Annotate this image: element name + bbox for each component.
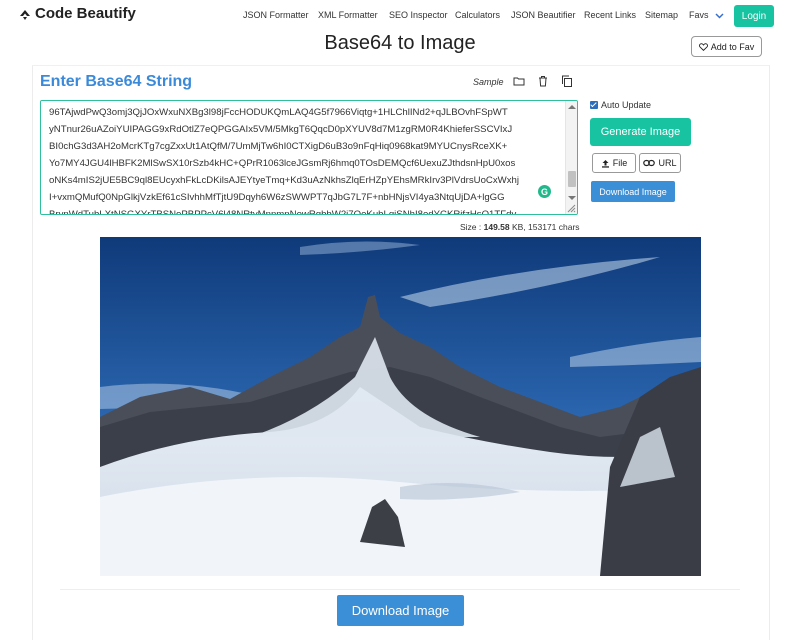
auto-update-toggle[interactable]: Auto Update: [590, 100, 651, 110]
base64-line: 96TAjwdPwQ3omj3QjJOxWxuNXBg3l98jFccHODUK…: [49, 107, 508, 118]
base64-input[interactable]: 96TAjwdPwQ3omj3QjJOxWxuNXBg3l98jFccHODUK…: [40, 100, 578, 215]
link-icon: [643, 159, 656, 167]
scrollbar-thumb[interactable]: [568, 171, 576, 187]
login-button[interactable]: Login: [734, 5, 774, 27]
vertical-scrollbar[interactable]: [565, 101, 577, 214]
top-navbar: Code Beautify JSON Formatter XML Formatt…: [0, 0, 800, 32]
upload-icon: [601, 159, 609, 168]
copy-icon[interactable]: [561, 75, 573, 87]
chevron-down-icon: [715, 13, 724, 19]
file-label: File: [612, 158, 628, 168]
base64-line: BI0chG3d3AH2oMcrKTg7cgZxxUt1AtQfM/7UmMjT…: [49, 141, 508, 152]
divider: [60, 589, 740, 590]
base64-text: 96TAjwdPwQ3omj3QjJOxWxuNXBg3l98jFccHODUK…: [49, 104, 563, 215]
trash-icon[interactable]: [537, 75, 549, 87]
scroll-up-arrow-icon[interactable]: [568, 105, 576, 109]
size-unit: KB, 153171 chars: [509, 222, 580, 232]
sample-link[interactable]: Sample: [473, 77, 504, 87]
base64-line: BrynWdTubLXtNSGXYrTBSNoPBPPcV6l48NRtyMnn…: [49, 209, 517, 215]
mountain-image: [100, 237, 701, 576]
page-title: Base64 to Image: [324, 32, 476, 54]
download-image-button[interactable]: Download Image: [337, 595, 464, 626]
folder-icon[interactable]: [513, 75, 525, 87]
heart-icon: [698, 42, 708, 51]
base64-line: I+vxmQMufQ0NpGlkjVzkEf61cSIvhhMfTjtU9Dqy…: [49, 192, 505, 203]
download-image-button-top[interactable]: Download Image: [591, 181, 675, 202]
logo-text: Code Beautify: [35, 5, 136, 22]
nav-calculators[interactable]: Calculators: [455, 10, 500, 20]
size-label: Size :: [460, 222, 484, 232]
file-upload-button[interactable]: File: [592, 153, 636, 173]
add-to-fav-label: Add to Fav: [710, 41, 755, 52]
base64-line: yNTnur26uAZoiYUIPAGG9xRdOtlZ7eQPGGAIx5VM…: [49, 124, 513, 135]
nav-favs[interactable]: Favs: [689, 10, 724, 20]
section-title: Enter Base64 String: [40, 73, 193, 90]
site-logo[interactable]: Code Beautify: [18, 5, 136, 22]
size-value: 149.58: [483, 222, 510, 232]
grammar-badge-icon[interactable]: G: [538, 185, 551, 198]
url-load-button[interactable]: URL: [639, 153, 681, 173]
nav-recent-links[interactable]: Recent Links: [584, 10, 636, 20]
generate-image-button[interactable]: Generate Image: [590, 118, 691, 146]
image-preview: [100, 237, 701, 576]
base64-line: Yo7MY4JGU4lHBFK2MlSwSX10rSzb4kHC+QPrR106…: [49, 158, 516, 169]
nav-seo-inspector[interactable]: SEO Inspector: [389, 10, 448, 20]
auto-update-label: Auto Update: [601, 100, 652, 110]
auto-update-checkbox[interactable]: [590, 101, 598, 109]
nav-sitemap[interactable]: Sitemap: [645, 10, 678, 20]
url-label: URL: [658, 158, 677, 168]
nav-json-beautifier[interactable]: JSON Beautifier: [511, 10, 576, 20]
nav-json-formatter[interactable]: JSON Formatter: [243, 10, 309, 20]
add-to-fav-button[interactable]: Add to Fav: [691, 36, 762, 57]
base64-line: oNKs4mIS2jUE5BC9ql8EUcyxhFkLcDKilsAJEYty…: [49, 175, 519, 186]
nav-xml-formatter[interactable]: XML Formatter: [318, 10, 378, 20]
logo-icon: [20, 9, 30, 20]
size-info: Size : 149.58 KB, 153171 chars: [460, 222, 580, 232]
scroll-down-arrow-icon[interactable]: [568, 196, 576, 200]
resize-grip-icon[interactable]: [567, 204, 576, 213]
nav-favs-label: Favs: [689, 10, 709, 20]
